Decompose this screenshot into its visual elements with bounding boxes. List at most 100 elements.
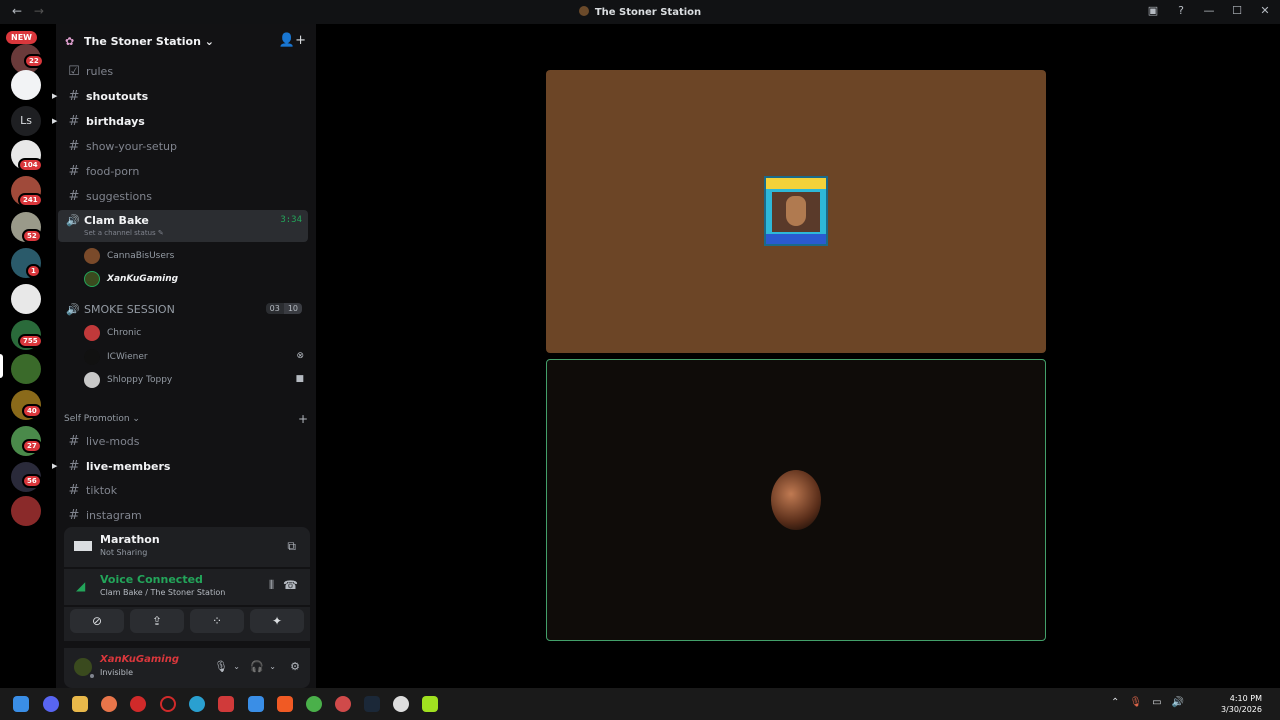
channel-label: shoutouts — [86, 89, 149, 103]
chevron-up-icon[interactable]: ⌃ — [1111, 697, 1119, 708]
arcade-screen — [772, 192, 820, 232]
chevron-down-icon[interactable]: ⌄ — [269, 662, 276, 671]
edge-icon[interactable] — [189, 696, 205, 712]
create-channel-icon[interactable]: + — [298, 412, 308, 426]
channel-status-prompt[interactable]: Set a channel status ✎ — [84, 229, 164, 237]
voice-channel-clam-bake[interactable]: 🔊 Clam Bake 3:34 Set a channel status ✎ — [58, 210, 308, 242]
server-icon-stoner-station[interactable] — [11, 354, 41, 384]
voice-user[interactable]: CannaBisUsers — [84, 246, 174, 266]
close-icon[interactable]: ✕ — [1258, 4, 1272, 17]
help-icon[interactable]: ? — [1174, 4, 1188, 17]
chrome-icon[interactable] — [101, 696, 117, 712]
opera-gx-icon[interactable] — [160, 696, 176, 712]
notepad-icon[interactable] — [248, 696, 264, 712]
chevron-down-icon[interactable]: ⌄ — [233, 662, 240, 671]
voice-connected-title[interactable]: Voice Connected — [100, 573, 203, 586]
avatar — [84, 325, 100, 341]
video-camera-icon: ■ — [295, 374, 304, 384]
signal-icon: ◢ — [76, 579, 86, 593]
avatar — [84, 271, 100, 287]
minimize-icon[interactable]: — — [1202, 4, 1216, 17]
vivaldi-icon[interactable] — [218, 696, 234, 712]
brave-icon[interactable] — [277, 696, 293, 712]
voice-user[interactable]: ICWiener — [84, 347, 148, 367]
channel-show-your-setup[interactable]: # show-your-setup — [58, 135, 308, 157]
start-icon[interactable] — [13, 696, 29, 712]
channel-birthdays[interactable]: ▶ # birthdays — [52, 110, 308, 132]
activity-panel: Marathon Not Sharing ⧉ — [64, 527, 310, 567]
windows-taskbar: ⌃ 🎙 ▭ 🔊 4:10 PM 3/30/2026 — [0, 688, 1280, 720]
channel-live-members[interactable]: ▶ # live-members — [52, 455, 308, 477]
mention-badge: 1 — [26, 264, 41, 278]
hash-icon: # — [68, 458, 80, 474]
voice-connected-subtitle[interactable]: Clam Bake / The Stoner Station — [100, 588, 225, 597]
channel-label: tiktok — [86, 483, 118, 497]
user-name[interactable]: XanKuGaming — [100, 654, 179, 665]
participant-tile[interactable] — [546, 70, 1046, 353]
avatar — [84, 349, 100, 365]
window-controls: ▣ ? — ☐ ✕ — [1146, 4, 1272, 17]
voice-user[interactable]: XanKuGaming — [84, 269, 178, 289]
category-self-promotion[interactable]: Self Promotion ⌄ + — [64, 412, 308, 426]
participant-avatar — [771, 470, 821, 530]
headphones-icon[interactable]: 🎧 — [250, 660, 264, 673]
window-title: The Stoner Station — [0, 6, 1280, 18]
network-icon[interactable]: ▭ — [1152, 697, 1161, 708]
disconnect-icon[interactable]: ☎ — [283, 578, 298, 592]
channel-label: live-mods — [86, 434, 140, 448]
razer-icon[interactable] — [422, 696, 438, 712]
voice-channel-smoke-session[interactable]: 🔊 SMOKE SESSION 03 10 — [58, 300, 308, 320]
voice-actions: ⊘ ⇪ ⁘ ✦ — [64, 607, 310, 641]
camera-off-button[interactable]: ⊘ — [70, 609, 124, 633]
activities-button[interactable]: ⁘ — [190, 609, 244, 633]
participant-tile-speaking[interactable] — [546, 359, 1046, 641]
microphone-icon[interactable]: 🎙 — [1129, 697, 1142, 708]
soundboard-button[interactable]: ✦ — [250, 609, 304, 633]
voice-user-name: CannaBisUsers — [107, 251, 175, 261]
app-icon[interactable] — [393, 696, 409, 712]
noise-suppression-icon[interactable]: ⫴ — [269, 578, 274, 593]
channel-food-porn[interactable]: # food-porn — [58, 160, 308, 182]
server-header[interactable]: ✿ The Stoner Station ⌄ 👤+ — [56, 24, 316, 60]
inbox-icon[interactable]: ▣ — [1146, 4, 1160, 17]
discord-taskbar-icon[interactable] — [43, 696, 59, 712]
server-icon-destiny[interactable] — [11, 70, 41, 100]
chrome-profile-icon[interactable] — [306, 696, 322, 712]
channel-shoutouts[interactable]: ▶ # shoutouts — [52, 85, 308, 107]
opera-icon[interactable] — [130, 696, 146, 712]
server-icon-7[interactable] — [11, 284, 41, 314]
voice-user[interactable]: Shloppy Toppy — [84, 370, 172, 390]
chrome-profile2-icon[interactable] — [335, 696, 351, 712]
taskbar-clock[interactable]: 4:10 PM 3/30/2026 — [1221, 693, 1262, 715]
maximize-icon[interactable]: ☐ — [1230, 4, 1244, 17]
selected-pill — [0, 354, 3, 378]
share-screen-icon[interactable]: ⧉ — [287, 539, 296, 554]
volume-icon[interactable]: 🔊 — [1172, 697, 1184, 708]
microphone-icon[interactable]: 🎙 — [214, 660, 228, 673]
category-label: Self Promotion ⌄ — [64, 414, 140, 424]
server-icon-ls[interactable]: Ls — [11, 106, 41, 136]
channel-label: food-porn — [86, 164, 140, 178]
status-indicator — [88, 672, 96, 680]
avatar-face — [786, 196, 806, 226]
channel-rules[interactable]: ☑ rules — [58, 60, 308, 82]
channel-suggestions[interactable]: # suggestions — [58, 185, 308, 207]
voice-stage — [316, 24, 1280, 688]
game-icon — [74, 541, 92, 551]
mention-badge: 22 — [24, 54, 44, 68]
channel-instagram[interactable]: # instagram — [58, 504, 308, 526]
screen-share-button[interactable]: ⇪ — [130, 609, 184, 633]
steam-icon[interactable] — [364, 696, 380, 712]
file-explorer-icon[interactable] — [72, 696, 88, 712]
channel-label: instagram — [86, 508, 142, 522]
voice-user[interactable]: Chronic — [84, 323, 141, 343]
voice-user-name: XanKuGaming — [107, 274, 179, 284]
server-icon-12[interactable] — [11, 496, 41, 526]
voice-user-name: Shloppy Toppy — [107, 375, 173, 385]
invite-people-icon[interactable]: 👤+ — [279, 33, 306, 48]
channel-label: show-your-setup — [86, 139, 177, 153]
channel-live-mods[interactable]: # live-mods — [58, 430, 308, 452]
clock-date: 3/30/2026 — [1220, 705, 1262, 714]
gear-icon[interactable]: ⚙ — [290, 660, 300, 673]
channel-tiktok[interactable]: # tiktok — [58, 479, 308, 501]
